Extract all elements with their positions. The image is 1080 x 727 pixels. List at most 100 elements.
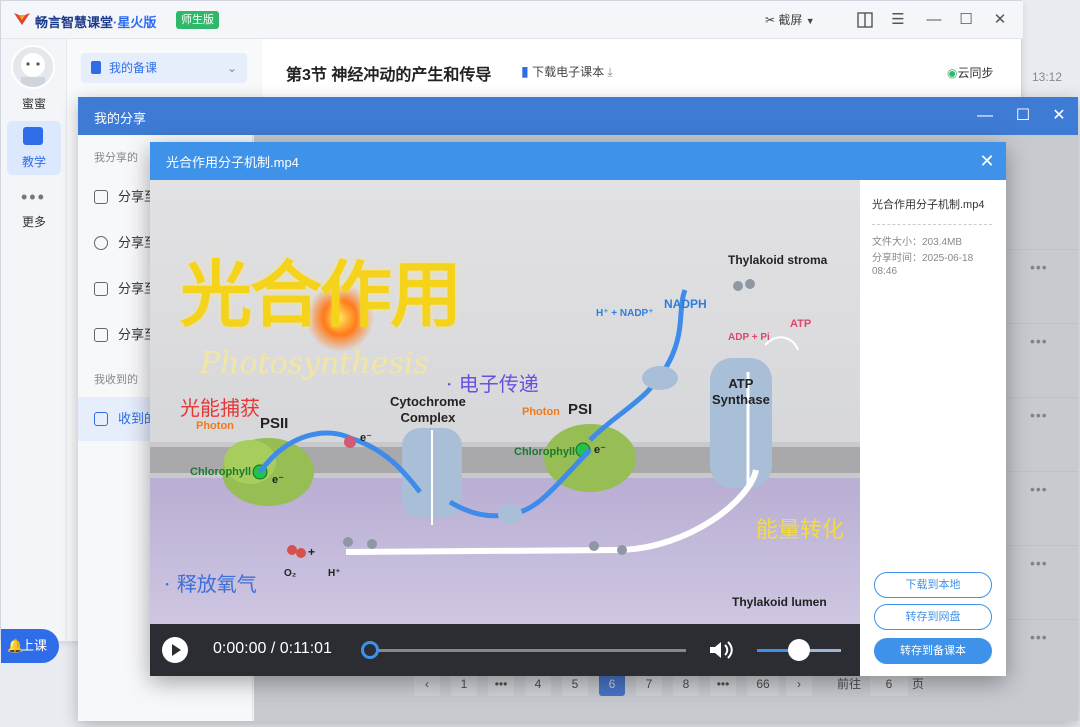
time-display: 0:00:00 / 0:11:01: [213, 640, 332, 658]
cloud-sync[interactable]: ◉云同步: [947, 64, 994, 81]
screenshot-label: 截屏: [778, 13, 803, 27]
proton-particle: [617, 545, 627, 555]
scene-psii: PSII: [260, 415, 289, 432]
video-close-button[interactable]: ✕: [976, 150, 998, 172]
share-minimize-button[interactable]: —: [974, 105, 996, 127]
teaching-icon: [23, 127, 43, 145]
screenshot-button[interactable]: ✂ 截屏 ▼: [765, 9, 815, 31]
file-info-panel: 光合作用分子机制.mp4 文件大小：203.4MB 分享时间：2025-06-1…: [860, 180, 1006, 676]
scene-oxygen-release: · 释放氧气: [164, 572, 257, 596]
my-lessons-label: 我的备课: [109, 61, 158, 75]
scene-nadph: NADPH: [664, 297, 707, 311]
scene-thylakoid-lumen: Thylakoid lumen: [732, 595, 827, 609]
scene-title-en: Photosynthesis: [200, 346, 429, 381]
play-button[interactable]: [162, 637, 188, 663]
minimize-button[interactable]: —: [923, 9, 945, 31]
avatar[interactable]: [11, 45, 55, 89]
scene-thylakoid-stroma: Thylakoid stroma: [728, 253, 828, 267]
section-shared-label: 我分享的: [94, 152, 138, 164]
duration: 0:11:01: [279, 640, 332, 657]
adp-particle: [733, 281, 743, 291]
scene-atp: ATP: [790, 318, 812, 330]
video-dialog-header: 光合作用分子机制.mp4 ✕: [150, 142, 1006, 180]
proton-particle: [343, 537, 353, 547]
volume-handle[interactable]: [788, 639, 810, 661]
inbox-icon: [94, 412, 108, 426]
avatar-face-icon: [21, 53, 45, 87]
scene-energy-conversion: 能量转化: [756, 518, 845, 543]
maximize-button[interactable]: ☐: [955, 9, 977, 31]
video-dialog: 光合作用分子机制.mp4 ✕ 光合作用 Photosynthesis 光能捕获 …: [150, 142, 1006, 676]
save-to-disk-button[interactable]: 转存到网盘: [874, 604, 992, 630]
ebook-icon: ▮: [521, 63, 529, 79]
download-local-button[interactable]: 下载到本地: [874, 572, 992, 598]
app-logo-icon: [14, 13, 30, 25]
volume-icon[interactable]: [708, 639, 734, 661]
proton-particle: [589, 541, 599, 551]
more-icon[interactable]: •••: [21, 187, 46, 208]
bell-icon: 🔔: [7, 638, 24, 653]
time-separator: /: [270, 640, 276, 657]
share-dialog-header: 我的分享 — ☐ ✕: [78, 97, 1078, 135]
info-divider: [872, 224, 992, 225]
scene-o2: O₂: [284, 568, 297, 579]
proton-particle: [367, 539, 377, 549]
book-icon: [91, 61, 101, 74]
scene-plus: +: [308, 545, 316, 559]
scene-cytochrome: Cytochrome Complex: [390, 394, 466, 425]
menu-icon[interactable]: ☰: [887, 9, 909, 31]
start-class-button[interactable]: 🔔 上课: [1, 629, 59, 663]
sync-icon: ◉: [947, 66, 958, 80]
start-class-label: 上课: [21, 638, 48, 653]
seek-handle[interactable]: [361, 641, 379, 659]
scene-chlorophyll: Chlorophyll: [190, 466, 252, 478]
building-icon: [94, 328, 108, 342]
scene-title-zh: 光合作用: [180, 252, 462, 337]
scene-adp-pi: ADP + Pi: [728, 332, 770, 343]
seek-bar[interactable]: [368, 649, 686, 652]
close-button[interactable]: ✕: [989, 9, 1011, 31]
download-ebook-button[interactable]: ▮ 下载电子课本 ⤓: [521, 63, 613, 80]
video-controls: 0:00:00 / 0:11:01: [150, 624, 860, 676]
oxygen-particle: [296, 548, 306, 558]
adp-particle: [745, 279, 755, 289]
person-icon: [94, 236, 108, 250]
scene-photon: Photon: [522, 406, 560, 418]
layout-toggle-icon[interactable]: [857, 12, 873, 28]
clock: 13:12: [1032, 70, 1063, 84]
oxygen-particle: [287, 545, 297, 555]
scene-h-nadp: H⁺ + NADP⁺: [596, 308, 654, 319]
edition-badge: 师生版: [176, 11, 219, 29]
download-ebook-label: 下载电子课本: [532, 65, 605, 79]
group-icon: [94, 282, 108, 296]
play-icon: [172, 644, 181, 656]
scene-electron: e⁻: [594, 444, 606, 456]
cloud-sync-label: 云同步: [957, 66, 994, 80]
title-bar: 畅言智慧课堂·星火版 师生版 ✂ 截屏 ▼ ☰ — ☐ ✕: [1, 1, 1023, 39]
video-frame[interactable]: 光合作用 Photosynthesis 光能捕获 · 电子传递 能量转化 · 释…: [150, 180, 860, 624]
scene-photon: Photon: [196, 420, 234, 432]
rail-item-more-label[interactable]: 更多: [1, 213, 67, 230]
scene-electron-transfer: · 电子传递: [446, 372, 539, 396]
share-maximize-button[interactable]: ☐: [1012, 105, 1034, 127]
scene-electron: e⁻: [272, 474, 284, 486]
electron-particle: [344, 436, 356, 448]
save-to-lesson-button[interactable]: 转存到备课本: [874, 638, 992, 664]
nadp-reductase: [642, 366, 678, 390]
scene-atp-synthase: ATP Synthase: [712, 376, 770, 407]
scene-electron: e⁻: [360, 432, 372, 444]
user-name: 蜜蜜: [21, 97, 46, 111]
current-time: 0:00:00: [213, 640, 267, 657]
chevron-down-icon: ⌄: [227, 61, 238, 75]
scene-psi: PSI: [568, 401, 593, 418]
caret-down-icon: ▼: [805, 16, 815, 26]
share-close-button[interactable]: ✕: [1048, 105, 1070, 127]
video-dialog-title: 光合作用分子机制.mp4: [166, 155, 299, 170]
share-dialog-title: 我的分享: [94, 111, 147, 126]
scissors-icon: ✂: [765, 13, 776, 27]
share-time: 分享时间：2025-06-18 08:46: [872, 253, 974, 277]
scene-chlorophyll: Chlorophyll: [514, 446, 576, 458]
file-name: 光合作用分子机制.mp4: [872, 199, 985, 211]
download-icon: ⤓: [607, 65, 613, 79]
my-lessons-dropdown[interactable]: 我的备课 ⌄: [81, 53, 247, 83]
